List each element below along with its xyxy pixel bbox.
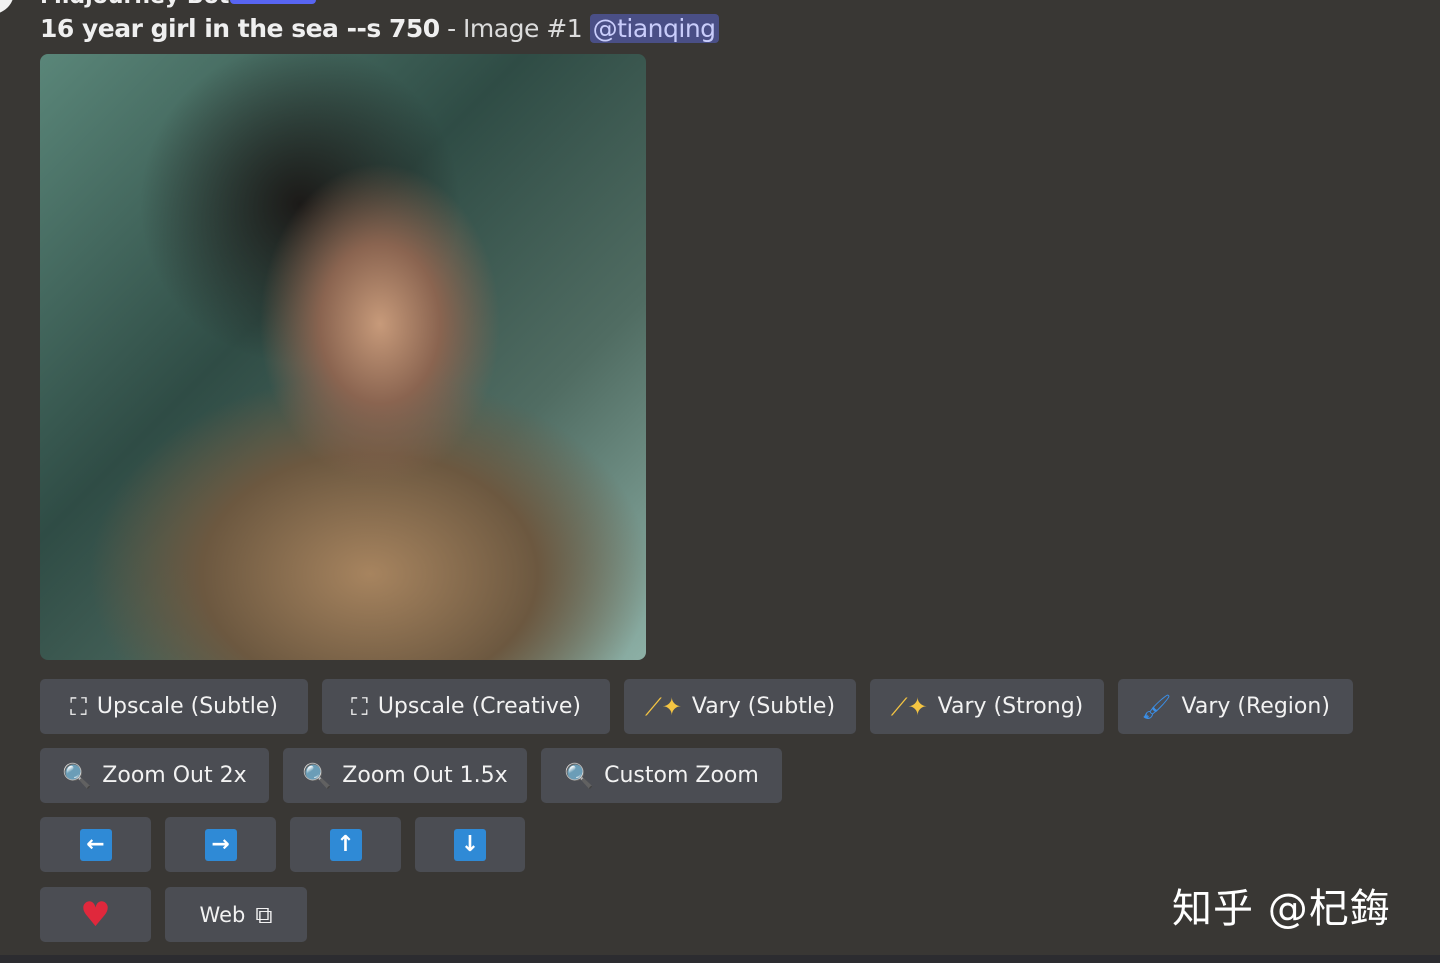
upscale-icon: ⛶ xyxy=(70,692,87,721)
message-title: 16 year girl in the sea --s 750 - Image … xyxy=(40,14,719,43)
upscale-subtle-button[interactable]: ⛶ Upscale (Subtle) xyxy=(40,679,308,734)
vary-subtle-button[interactable]: ⟋✦ Vary (Subtle) xyxy=(624,679,856,734)
upscale-creative-button[interactable]: ⛶ Upscale (Creative) xyxy=(322,679,610,734)
zoom-out-1-5x-button[interactable]: 🔍 Zoom Out 1.5x xyxy=(283,748,527,803)
button-label: Upscale (Creative) xyxy=(377,694,581,719)
pan-right-button[interactable]: → xyxy=(165,817,276,872)
zoom-out-2x-button[interactable]: 🔍 Zoom Out 2x xyxy=(40,748,269,803)
avatar[interactable] xyxy=(0,0,14,14)
upscale-icon: ⛶ xyxy=(351,692,368,721)
generated-image[interactable] xyxy=(40,54,646,660)
separator: - xyxy=(439,14,464,43)
user-mention[interactable]: @tianqing xyxy=(589,14,719,43)
favorite-button[interactable]: ♥ xyxy=(40,887,151,942)
paintbrush-icon: 🖌 xyxy=(1141,692,1172,721)
arrow-left-icon: ← xyxy=(79,828,112,861)
magic-wand-icon: ⟋✦ xyxy=(644,692,682,721)
web-link-button[interactable]: Web ⧉ xyxy=(165,887,307,942)
arrow-down-icon: ↓ xyxy=(454,828,486,861)
bottom-divider xyxy=(0,955,1440,963)
vary-region-button[interactable]: 🖌 Vary (Region) xyxy=(1118,679,1353,734)
author-name[interactable]: Midjourney Bot xyxy=(40,0,229,9)
vary-strong-button[interactable]: ⟋✦ Vary (Strong) xyxy=(870,679,1104,734)
magnifier-icon: 🔍 xyxy=(62,761,93,790)
custom-zoom-button[interactable]: 🔍 Custom Zoom xyxy=(541,748,782,803)
button-label: Zoom Out 1.5x xyxy=(342,763,508,788)
app-badge xyxy=(230,0,316,4)
heart-icon: ♥ xyxy=(80,894,111,935)
magic-wand-icon: ⟋✦ xyxy=(890,692,928,721)
pan-up-button[interactable]: ↑ xyxy=(290,817,401,872)
button-label: Upscale (Subtle) xyxy=(96,694,278,719)
button-label: Vary (Strong) xyxy=(937,694,1084,719)
arrow-right-icon: → xyxy=(204,828,237,861)
button-label: Zoom Out 2x xyxy=(102,763,247,788)
magnifier-icon: 🔍 xyxy=(302,761,333,790)
pan-down-button[interactable]: ↓ xyxy=(415,817,525,872)
image-label: Image #1 xyxy=(463,14,583,43)
prompt-text: 16 year girl in the sea --s 750 xyxy=(40,14,440,43)
button-label: Vary (Region) xyxy=(1181,694,1330,719)
magnifier-icon: 🔍 xyxy=(564,761,595,790)
external-link-icon: ⧉ xyxy=(255,900,273,929)
arrow-up-icon: ↑ xyxy=(329,828,362,861)
pan-left-button[interactable]: ← xyxy=(40,817,151,872)
button-label: Vary (Subtle) xyxy=(691,694,836,719)
button-label: Custom Zoom xyxy=(604,763,759,788)
watermark: 知乎 @杞鋂 xyxy=(1172,886,1391,932)
button-label: Web xyxy=(199,902,246,927)
